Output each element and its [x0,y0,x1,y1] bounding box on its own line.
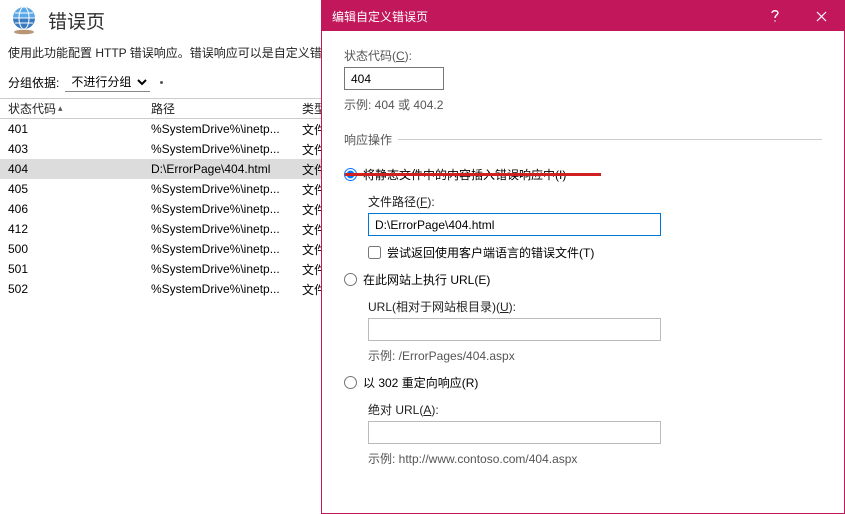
relative-url-input [368,318,661,341]
iis-globe-icon [8,4,40,36]
page-title: 错误页 [48,7,105,34]
cell-path: %SystemDrive%\inetp... [151,262,296,276]
status-code-example: 示例: 404 或 404.2 [344,96,822,113]
cell-path: %SystemDrive%\inetp... [151,222,296,236]
file-path-input[interactable] [368,213,661,236]
cell-status-code: 500 [6,242,151,256]
dialog-title: 编辑自定义错误页 [332,8,752,25]
cell-status-code: 405 [6,182,151,196]
relative-url-label: URL(相对于网站根目录)(U): [368,298,822,315]
annotation-underline [345,173,601,176]
cell-path: %SystemDrive%\inetp... [151,202,296,216]
edit-custom-error-dialog: 编辑自定义错误页 状态代码(C): 示例: 404 或 404.2 响应操作 将… [321,0,845,514]
cell-path: %SystemDrive%\inetp... [151,182,296,196]
dialog-body: 状态代码(C): 示例: 404 或 404.2 响应操作 将静态文件中的内容插… [322,31,844,477]
relative-url-example: 示例: /ErrorPages/404.aspx [368,347,822,364]
absolute-url-example: 示例: http://www.contoso.com/404.aspx [368,450,822,467]
client-language-checkbox-input[interactable] [368,246,381,259]
close-button[interactable] [798,1,844,31]
file-path-label: 文件路径(F): [368,193,822,210]
cell-status-code: 412 [6,222,151,236]
dialog-titlebar: 编辑自定义错误页 [322,1,844,31]
column-header-path[interactable]: 路径 [151,100,296,117]
radio-302-redirect[interactable]: 以 302 重定向响应(R) [344,374,822,391]
cell-path: %SystemDrive%\inetp... [151,242,296,256]
cell-status-code: 502 [6,282,151,296]
cell-path: D:\ErrorPage\404.html [151,162,296,176]
client-language-checkbox[interactable]: 尝试返回使用客户端语言的错误文件(T) [368,244,822,261]
radio-302-redirect-input[interactable] [344,376,357,389]
cell-status-code: 403 [6,142,151,156]
group-by-select[interactable]: 不进行分组 [65,73,150,92]
cell-status-code: 501 [6,262,151,276]
status-code-input[interactable] [344,67,444,90]
cell-status-code: 401 [6,122,151,136]
response-action-group: 响应操作 将静态文件中的内容插入错误响应中(I) 文件路径(F): 尝试返回使用… [344,131,822,477]
absolute-url-input [368,421,661,444]
cell-path: %SystemDrive%\inetp... [151,282,296,296]
help-button[interactable] [752,1,798,31]
radio-execute-url[interactable]: 在此网站上执行 URL(E) [344,271,822,288]
radio-execute-url-input[interactable] [344,273,357,286]
status-code-label: 状态代码(C): [344,47,822,64]
cell-status-code: 404 [6,162,151,176]
response-action-legend: 响应操作 [344,131,398,148]
cell-status-code: 406 [6,202,151,216]
absolute-url-label: 绝对 URL(A): [368,401,822,418]
group-by-label: 分组依据: [8,74,59,91]
cell-path: %SystemDrive%\inetp... [151,142,296,156]
group-dot-icon [160,81,163,84]
column-header-status-code[interactable]: 状态代码▴ [6,100,151,117]
cell-path: %SystemDrive%\inetp... [151,122,296,136]
sort-asc-icon: ▴ [58,103,63,114]
